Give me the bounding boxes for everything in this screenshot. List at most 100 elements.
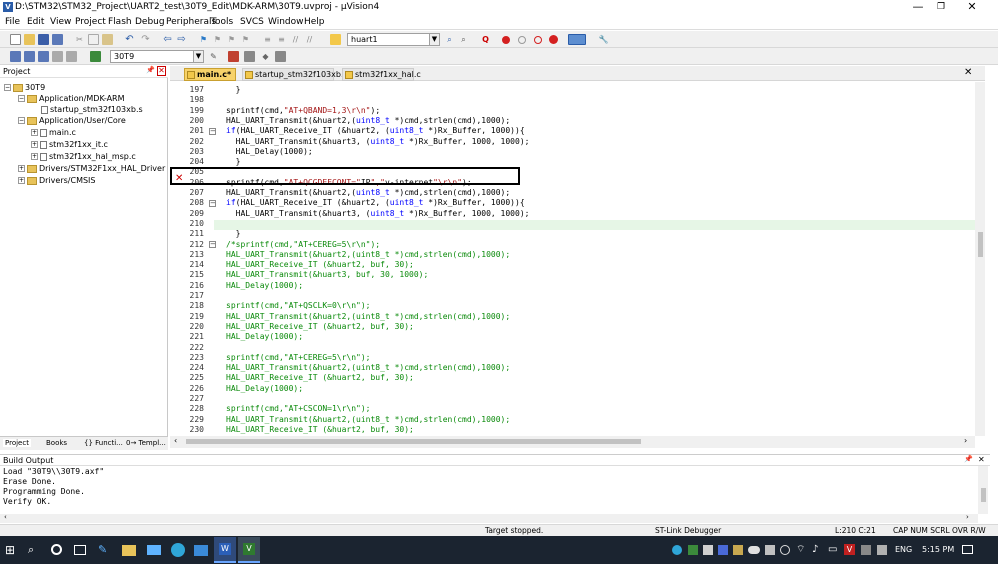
multi-project-icon[interactable] — [275, 51, 286, 62]
tray-icon[interactable] — [718, 545, 728, 555]
menu-help[interactable]: Help — [304, 17, 325, 27]
copy-icon[interactable] — [88, 34, 99, 45]
antivirus-icon[interactable]: V — [844, 544, 855, 555]
maximize-button[interactable]: ❐ — [934, 1, 948, 13]
tray-icon[interactable] — [703, 545, 713, 555]
menu-flash[interactable]: Flash — [108, 17, 132, 27]
bookmark-prev-icon[interactable]: ⚑ — [212, 34, 223, 45]
target-combo[interactable]: 30T9 ▼ — [110, 50, 204, 63]
chevron-down-icon[interactable]: ▼ — [429, 34, 439, 45]
menu-view[interactable]: View — [50, 17, 71, 27]
manage-components-icon[interactable] — [228, 51, 239, 62]
taskbar-uvision[interactable]: V — [238, 537, 260, 563]
scroll-thumb[interactable] — [981, 488, 986, 502]
tray-icon[interactable] — [733, 545, 743, 555]
tab-templates[interactable]: 0→ Templ... — [126, 439, 166, 447]
open-folder-icon[interactable] — [24, 34, 35, 45]
nav-forward-icon[interactable]: ⇨ — [176, 34, 187, 45]
tree-group[interactable]: − Application/MDK-ARM — [18, 94, 125, 104]
tree-file[interactable]: + main.c — [31, 128, 76, 138]
expand-icon[interactable]: + — [18, 177, 25, 184]
tab-main-c[interactable]: main.c* — [184, 68, 236, 81]
unindent-icon[interactable]: ≡ — [276, 34, 287, 45]
download-icon[interactable] — [90, 51, 101, 62]
tray-icon[interactable] — [861, 545, 871, 555]
scroll-right-icon[interactable]: › — [964, 436, 967, 445]
tree-group[interactable]: − Application/User/Core — [18, 116, 126, 126]
language-indicator[interactable]: ENG — [895, 545, 912, 554]
close-tab-icon[interactable]: ✕ — [964, 67, 972, 78]
expand-icon[interactable]: + — [31, 153, 38, 160]
cortana-icon[interactable] — [51, 544, 62, 555]
horizontal-scrollbar[interactable]: ‹ › — [170, 436, 975, 448]
pin-icon[interactable]: 📌 — [964, 455, 973, 463]
tray-icon[interactable] — [672, 545, 682, 555]
stop-build-icon[interactable] — [66, 51, 77, 62]
mail-icon[interactable] — [194, 545, 208, 556]
tray-icon[interactable] — [780, 545, 790, 555]
select-packs-icon[interactable] — [244, 51, 255, 62]
window-layout-icon[interactable] — [568, 34, 586, 45]
menu-file[interactable]: File — [5, 17, 20, 27]
breakpoint-clear-icon[interactable] — [534, 36, 542, 44]
close-icon[interactable]: ✕ — [978, 455, 985, 464]
breakpoint-icon[interactable] — [502, 36, 510, 44]
collapse-icon[interactable]: − — [18, 95, 25, 102]
tray-icon[interactable] — [688, 545, 698, 555]
file-explorer-icon[interactable] — [122, 545, 136, 556]
minimize-button[interactable]: — — [911, 1, 925, 13]
pin-icon[interactable]: 📌 — [146, 66, 155, 74]
tab-stm32f1xx-hal[interactable]: stm32f1xx_hal.c — [342, 68, 421, 81]
tab-startup[interactable]: startup_stm32f103xb.s — [242, 68, 348, 81]
tree-file[interactable]: + stm32f1xx_it.c — [31, 140, 108, 150]
taskbar-word[interactable]: W — [214, 537, 236, 563]
uncomment-icon[interactable]: // — [304, 34, 315, 45]
find-icon[interactable]: ⌕ — [444, 34, 455, 45]
bookmark-clear-icon[interactable]: ⚑ — [240, 34, 251, 45]
task-view-icon[interactable] — [74, 545, 86, 555]
undo-icon[interactable]: ↶ — [124, 34, 135, 45]
incremental-find-icon[interactable]: ⌕ — [458, 34, 469, 45]
code-view[interactable]: 197 198 199 200 201−202 203 204 205 206 207 208−20… — [170, 82, 975, 435]
save-all-icon[interactable] — [52, 34, 63, 45]
tree-file[interactable]: + stm32f1xx_hal_msp.c — [31, 152, 136, 162]
volume-icon[interactable]: ♪ — [812, 543, 826, 557]
search-icon[interactable]: ⌕ — [28, 543, 42, 557]
fold-toggle-icon[interactable]: − — [209, 199, 216, 207]
fold-toggle-icon[interactable]: − — [209, 127, 216, 135]
menu-debug[interactable]: Debug — [135, 17, 165, 27]
clock[interactable]: 5:15 PM — [922, 545, 954, 554]
cut-icon[interactable]: ✂ — [74, 34, 85, 45]
menu-peripherals[interactable]: Peripherals — [166, 17, 216, 27]
wifi-icon[interactable]: ⌔ — [796, 543, 810, 557]
menu-svcs[interactable]: SVCS — [240, 17, 264, 27]
vertical-scrollbar[interactable] — [975, 82, 985, 436]
expand-icon[interactable]: + — [31, 141, 38, 148]
fold-toggle-icon[interactable]: − — [209, 241, 216, 248]
expand-icon[interactable]: + — [18, 165, 25, 172]
build-vscroll[interactable] — [978, 466, 988, 514]
tree-root[interactable]: −30T9 — [4, 83, 45, 93]
breakpoint-disable-icon[interactable] — [518, 36, 526, 44]
tab-books[interactable]: Books — [46, 439, 67, 447]
expand-icon[interactable]: + — [31, 129, 38, 136]
bookmark-icon[interactable]: ⚑ — [198, 34, 209, 45]
close-button[interactable]: ✕ — [965, 1, 979, 13]
battery-icon[interactable]: ▭ — [828, 543, 842, 557]
store-icon[interactable] — [147, 545, 161, 555]
rebuild-icon[interactable] — [38, 51, 49, 62]
scroll-left-icon[interactable]: ‹ — [174, 436, 177, 445]
translate-icon[interactable] — [10, 51, 21, 62]
paste-icon[interactable] — [102, 34, 113, 45]
find-in-files-icon[interactable] — [330, 34, 341, 45]
tab-functions[interactable]: {} Functi... — [84, 439, 123, 447]
collapse-icon[interactable]: − — [18, 117, 25, 124]
tray-icon[interactable] — [765, 545, 775, 555]
bookmark-next-icon[interactable]: ⚑ — [226, 34, 237, 45]
collapse-icon[interactable]: − — [4, 84, 11, 91]
chevron-down-icon[interactable]: ▼ — [193, 51, 203, 62]
scroll-thumb[interactable] — [186, 439, 641, 444]
windows-start-icon[interactable]: ⊞ — [5, 543, 19, 557]
scroll-thumb[interactable] — [978, 232, 983, 257]
save-icon[interactable] — [38, 34, 49, 45]
